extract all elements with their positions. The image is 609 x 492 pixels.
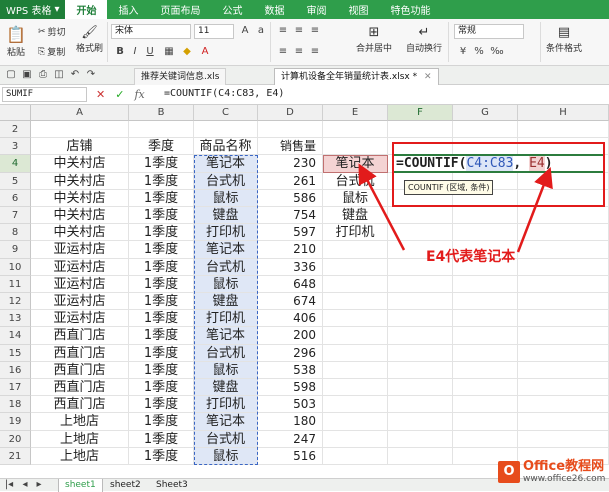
arrow-to-e4 (358, 163, 406, 251)
watermark-line2: www.office26.com (523, 473, 606, 484)
first-sheet-icon[interactable]: |◂ (2, 479, 16, 491)
watermark-text: Office教程网 www.office26.com (523, 458, 606, 484)
sheet-tab-sheet1[interactable]: sheet1 (58, 479, 103, 492)
sheet-tab-sheet2[interactable]: sheet2 (104, 479, 147, 492)
office-logo-icon: O (498, 460, 520, 483)
arrow-to-formula-ref (516, 166, 553, 253)
annotation-text: E4代表笔记本 (426, 249, 516, 265)
prev-sheet-icon[interactable]: ◂ (18, 479, 32, 491)
annotation-arrows (358, 163, 553, 253)
watermark-line1: Office教程网 (523, 458, 605, 474)
watermark-logo: O Office教程网 www.office26.com (498, 452, 609, 491)
next-sheet-icon[interactable]: ▸ (32, 479, 46, 491)
sheet-tab-sheet3[interactable]: Sheet3 (150, 479, 194, 492)
